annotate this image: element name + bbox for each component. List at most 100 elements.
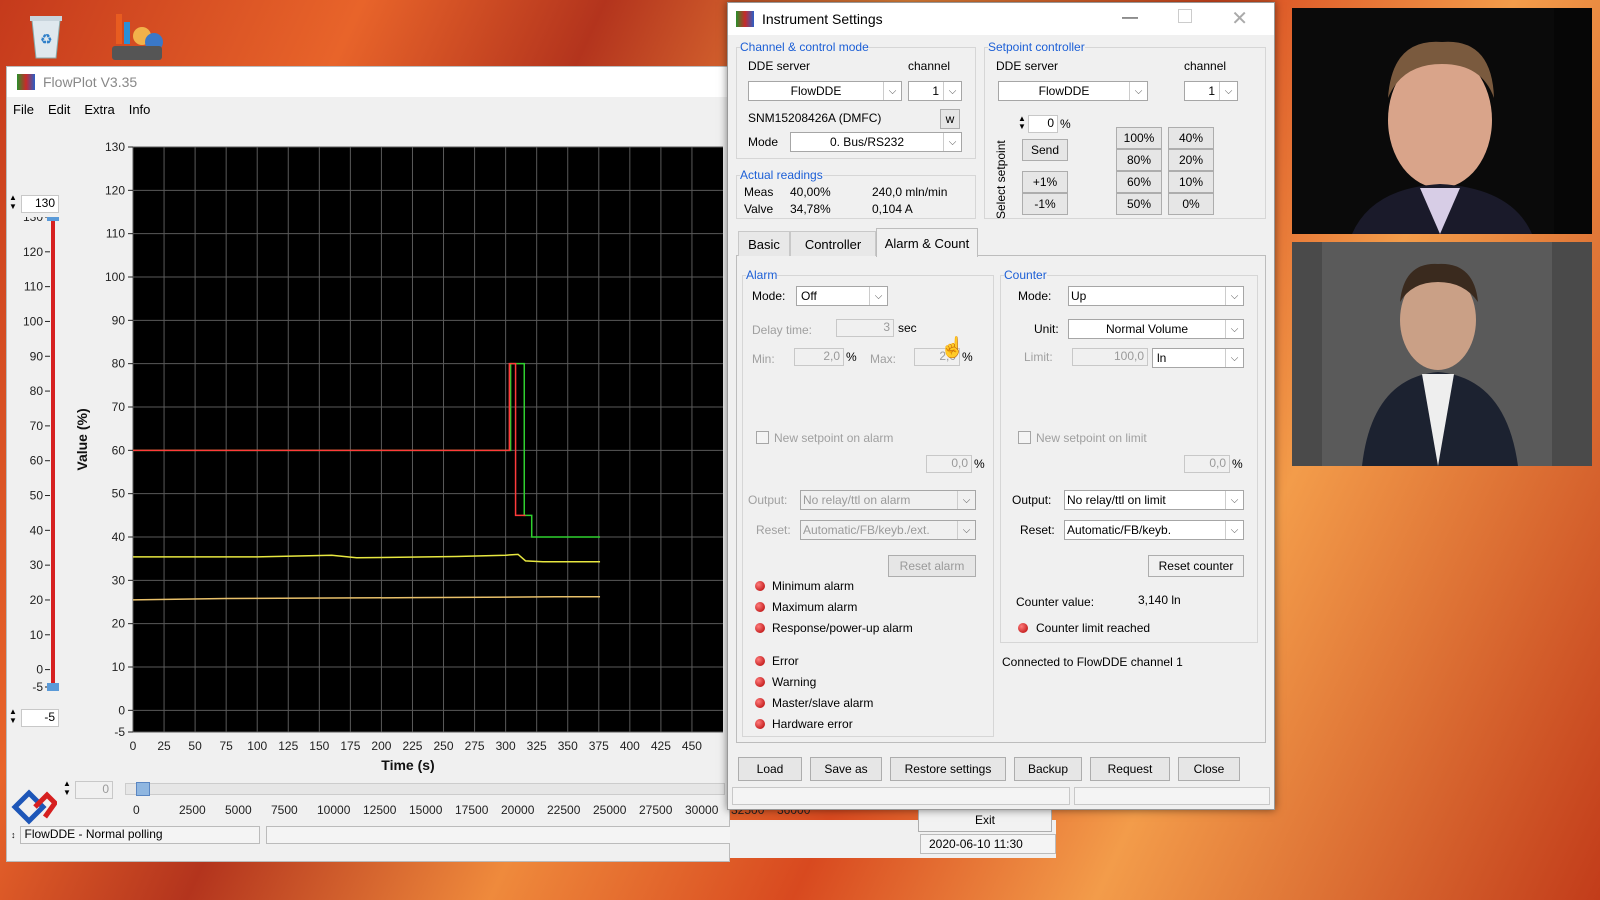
- reset-counter-button[interactable]: Reset counter: [1148, 555, 1244, 577]
- y-tick-label: 130: [105, 141, 125, 154]
- sp-50-button[interactable]: 50%: [1116, 193, 1162, 215]
- tab-basic[interactable]: Basic: [738, 231, 790, 256]
- maximize-icon[interactable]: [1178, 9, 1192, 23]
- recycle-bin-icon[interactable]: ♻: [22, 10, 70, 60]
- sp-20-button[interactable]: 20%: [1168, 149, 1214, 171]
- sp-value-input[interactable]: 0: [1028, 115, 1058, 133]
- menu-extra[interactable]: Extra: [84, 102, 114, 117]
- alarm-min-input[interactable]: 2,0: [794, 348, 844, 366]
- exit-button[interactable]: Exit: [918, 808, 1052, 832]
- scroll-tick-label: 12500: [363, 803, 397, 817]
- mode-select[interactable]: 0. Bus/RS232 ⌵: [790, 132, 962, 152]
- sp-dde-server-select[interactable]: FlowDDE ⌵: [998, 81, 1148, 101]
- status-spinner[interactable]: ↕: [11, 830, 16, 840]
- request-button[interactable]: Request: [1090, 757, 1170, 781]
- counter-output-label: Output:: [1012, 493, 1052, 507]
- sp-channel-label: channel: [1184, 59, 1227, 73]
- send-button[interactable]: Send: [1022, 139, 1068, 161]
- alarm-max-label: Max:: [870, 352, 897, 366]
- alarm-new-setpoint-input[interactable]: 0,0: [926, 455, 972, 473]
- alarm-new-setpoint-checkbox[interactable]: [756, 431, 769, 444]
- svg-text:♻: ♻: [40, 31, 53, 47]
- counter-new-setpoint-input[interactable]: 0,0: [1184, 455, 1230, 473]
- tab-controller[interactable]: Controller: [790, 231, 876, 256]
- counter-reset-select[interactable]: Automatic/FB/keyb. ⌵: [1064, 520, 1244, 540]
- alarm-reset-select[interactable]: Automatic/FB/keyb./ext. ⌵: [800, 520, 976, 540]
- y-tick-label: 40: [112, 530, 126, 544]
- lower-limit-input[interactable]: -5: [21, 709, 59, 727]
- chevron-down-icon: ⌵: [1219, 82, 1237, 100]
- scroll-spinner[interactable]: ▲ ▼: [63, 779, 73, 799]
- close-button[interactable]: Close: [1178, 757, 1240, 781]
- counter-limit-label: Limit:: [1024, 350, 1053, 364]
- sp-10-button[interactable]: 10%: [1168, 171, 1214, 193]
- master-slave-label: Master/slave alarm: [772, 696, 874, 710]
- slider-lower-thumb: [47, 683, 59, 691]
- time-scrollbar[interactable]: [125, 782, 725, 796]
- alarm-mode-select[interactable]: Off ⌵: [796, 286, 888, 306]
- slider-tick-label: 0: [36, 663, 43, 677]
- delay-time-label: Delay time:: [752, 323, 813, 337]
- status-datetime-ext: 2020-06-10 11:30: [920, 834, 1056, 854]
- scroll-value-input[interactable]: 0: [75, 781, 113, 799]
- restore-settings-button[interactable]: Restore settings: [890, 757, 1006, 781]
- sp-60-button[interactable]: 60%: [1116, 171, 1162, 193]
- w-button[interactable]: w: [940, 109, 960, 129]
- load-button[interactable]: Load: [738, 757, 802, 781]
- flowplot-title: FlowPlot V3.35: [43, 74, 138, 90]
- sp-unit: %: [1060, 117, 1071, 131]
- close-icon[interactable]: ✕: [1231, 6, 1248, 31]
- counter-limit-input[interactable]: 100,0: [1072, 348, 1148, 366]
- sp-40-button[interactable]: 40%: [1168, 127, 1214, 149]
- sp-100-button[interactable]: 100%: [1116, 127, 1162, 149]
- dde-server-select[interactable]: FlowDDE ⌵: [748, 81, 902, 101]
- webcam-bottom: [1292, 242, 1592, 466]
- counter-unit-select[interactable]: Normal Volume ⌵: [1068, 319, 1244, 339]
- y-tick-label: 10: [112, 660, 126, 674]
- alarm-mode-value: Off: [801, 289, 817, 303]
- range-slider[interactable]: 1301201101009080706050403020100-5: [7, 217, 67, 707]
- save-as-button[interactable]: Save as: [810, 757, 882, 781]
- tab-alarm-count[interactable]: Alarm & Count: [876, 228, 978, 257]
- sp-channel-select[interactable]: 1 ⌵: [1184, 81, 1238, 101]
- backup-button[interactable]: Backup: [1014, 757, 1082, 781]
- alarm-output-select[interactable]: No relay/ttl on alarm ⌵: [800, 490, 976, 510]
- minus-one-button[interactable]: -1%: [1022, 193, 1068, 215]
- counter-mode-value: Up: [1071, 289, 1087, 303]
- menu-info[interactable]: Info: [129, 102, 151, 117]
- y-tick-label: 80: [112, 357, 126, 371]
- counter-mode-select[interactable]: Up ⌵: [1068, 286, 1244, 306]
- alarm-min-label: Min:: [752, 352, 775, 366]
- lower-limit-spinner[interactable]: ▲ ▼: [9, 707, 19, 727]
- delay-time-input[interactable]: 3: [836, 319, 894, 337]
- counter-mode-label: Mode:: [1018, 289, 1052, 303]
- readings-group-title: Actual readings: [740, 168, 823, 182]
- alarm-reset-label: Reset:: [756, 523, 791, 537]
- channel-select[interactable]: 1 ⌵: [908, 81, 962, 101]
- upper-limit-spinner[interactable]: ▲ ▼: [9, 193, 19, 213]
- y-tick-label: 70: [112, 400, 126, 414]
- counter-limit-unit-select[interactable]: ln ⌵: [1152, 348, 1244, 368]
- dialog-titlebar[interactable]: Instrument Settings — ✕: [728, 3, 1274, 35]
- sp-80-button[interactable]: 80%: [1116, 149, 1162, 171]
- chevron-down-icon: ⌵: [869, 287, 887, 305]
- menu-file[interactable]: File: [13, 102, 34, 117]
- sp-spinner[interactable]: ▲ ▼: [1018, 115, 1026, 131]
- counter-limit-led-icon: [1018, 623, 1028, 633]
- sp-0-button[interactable]: 0%: [1168, 193, 1214, 215]
- alarm-group-title: Alarm: [746, 268, 778, 282]
- minimize-icon[interactable]: —: [1122, 9, 1138, 27]
- y-tick-label: 0: [118, 703, 125, 717]
- reset-alarm-button[interactable]: Reset alarm: [888, 555, 976, 577]
- menu-edit[interactable]: Edit: [48, 102, 70, 117]
- hardware-error-label: Hardware error: [772, 717, 853, 731]
- app-shortcut-icon[interactable]: [108, 8, 163, 60]
- plus-one-button[interactable]: +1%: [1022, 171, 1068, 193]
- flowplot-titlebar[interactable]: FlowPlot V3.35: [7, 67, 729, 97]
- connection-status: Connected to FlowDDE channel 1: [1002, 655, 1183, 669]
- counter-new-setpoint-checkbox[interactable]: [1018, 431, 1031, 444]
- y-tick-label: 20: [112, 617, 126, 631]
- counter-output-select[interactable]: No relay/ttl on limit ⌵: [1064, 490, 1244, 510]
- time-scroll-thumb[interactable]: [136, 782, 150, 796]
- upper-limit-input[interactable]: 130: [21, 195, 59, 213]
